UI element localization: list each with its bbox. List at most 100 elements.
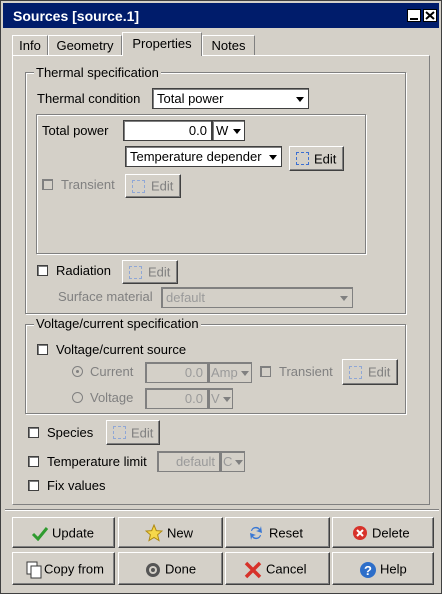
minimize-icon xyxy=(410,18,418,20)
transient-checkbox[interactable] xyxy=(42,179,53,190)
dependence-edit-label: Edit xyxy=(314,151,337,166)
tab-geometry-label: Geometry xyxy=(56,38,114,53)
transient-edit-button[interactable]: Edit xyxy=(125,174,181,198)
total-power-label: Total power xyxy=(42,123,109,138)
surface-material-label: Surface material xyxy=(58,289,153,304)
temperature-dependence-value: Temperature depender xyxy=(130,149,262,164)
delete-label: Delete xyxy=(372,525,410,540)
chevron-down-icon xyxy=(235,460,243,465)
title-bar[interactable]: Sources [source.1] xyxy=(3,3,439,28)
new-button[interactable]: New xyxy=(118,517,223,548)
checkmark-icon xyxy=(31,527,49,541)
tab-properties-label: Properties xyxy=(132,36,192,51)
chevron-down-icon xyxy=(233,129,241,134)
species-edit-button[interactable]: Edit xyxy=(106,420,160,445)
radiation-label: Radiation xyxy=(56,263,111,278)
tab-notes[interactable]: Notes xyxy=(202,35,255,55)
voltage-transient-label: Transient xyxy=(279,364,333,379)
temperature-unit-value: C xyxy=(223,454,233,469)
current-unit-select[interactable]: Amp xyxy=(208,362,252,383)
reset-arrows-icon xyxy=(250,526,262,540)
voltage-radio[interactable] xyxy=(72,392,83,403)
star-icon xyxy=(145,524,163,542)
voltage-transient-checkbox[interactable] xyxy=(260,366,271,377)
button-separator xyxy=(5,509,439,511)
edit-icon xyxy=(349,366,362,379)
delete-button[interactable]: Delete xyxy=(332,517,434,548)
temperature-limit-input[interactable]: default xyxy=(157,451,220,472)
power-unit-value: W xyxy=(216,123,229,138)
voltage-label: Voltage xyxy=(90,390,134,405)
voltage-unit-value: V xyxy=(211,391,220,406)
chevron-down-icon xyxy=(241,371,249,376)
done-label: Done xyxy=(165,561,197,576)
radiation-checkbox[interactable] xyxy=(37,265,48,276)
temperature-limit-checkbox[interactable] xyxy=(28,456,39,467)
radiation-edit-button[interactable]: Edit xyxy=(122,260,178,284)
temperature-dependence-select[interactable]: Temperature depender xyxy=(125,146,282,167)
temperature-limit-value: default xyxy=(175,454,215,469)
help-icon: ? xyxy=(360,562,376,578)
update-button[interactable]: Update xyxy=(12,517,115,548)
edit-icon xyxy=(132,180,145,193)
help-button[interactable]: ? Help xyxy=(332,552,434,585)
new-label: New xyxy=(167,525,194,540)
edit-icon xyxy=(296,152,309,165)
fix-values-checkbox[interactable] xyxy=(28,480,39,491)
power-unit-select[interactable]: W xyxy=(212,120,245,141)
thermal-condition-value: Total power xyxy=(157,91,224,106)
total-power-input[interactable]: 0.0 xyxy=(123,120,212,141)
current-input[interactable]: 0.0 xyxy=(145,362,208,383)
chevron-down-icon xyxy=(269,155,277,160)
temperature-limit-label: Temperature limit xyxy=(47,454,147,469)
help-label: Help xyxy=(380,561,407,576)
svg-text:?: ? xyxy=(364,563,372,578)
dialog-window: Sources [source.1] Info Geometry Propert… xyxy=(0,0,442,594)
minimize-button[interactable] xyxy=(407,9,421,22)
close-button[interactable] xyxy=(423,9,437,22)
cancel-x-icon xyxy=(244,561,262,579)
voltage-edit-button[interactable]: Edit xyxy=(342,359,398,385)
surface-material-value: default xyxy=(166,290,206,305)
tab-notes-label: Notes xyxy=(211,38,246,53)
tab-properties[interactable]: Properties xyxy=(122,32,202,56)
current-unit-value: Amp xyxy=(211,365,238,380)
transient-edit-label: Edit xyxy=(151,178,174,194)
cancel-button[interactable]: Cancel xyxy=(225,552,330,585)
species-label: Species xyxy=(47,425,94,440)
voltage-source-checkbox[interactable] xyxy=(37,344,48,355)
reset-button[interactable]: Reset xyxy=(225,517,330,548)
edit-icon xyxy=(113,426,126,439)
voltage-input[interactable]: 0.0 xyxy=(145,388,208,409)
copy-from-button[interactable]: Copy from xyxy=(12,552,115,585)
chevron-down-icon xyxy=(340,296,348,301)
thermal-spec-legend: Thermal specification xyxy=(34,65,161,80)
fix-values-label: Fix values xyxy=(47,478,106,493)
voltage-edit-label: Edit xyxy=(368,364,391,380)
dependence-edit-button[interactable]: Edit xyxy=(289,146,344,171)
voltage-source-label: Voltage/current source xyxy=(56,342,187,357)
tab-info-label: Info xyxy=(19,38,41,53)
thermal-condition-select[interactable]: Total power xyxy=(152,88,309,109)
chevron-down-icon xyxy=(296,97,304,102)
reset-label: Reset xyxy=(269,525,303,540)
temperature-unit-select[interactable]: C xyxy=(220,451,245,472)
thermal-condition-label: Thermal condition xyxy=(37,91,141,106)
surface-material-select[interactable]: default xyxy=(161,287,353,308)
total-power-value: 0.0 xyxy=(188,123,207,138)
species-edit-label: Edit xyxy=(131,425,154,440)
chevron-down-icon xyxy=(223,397,231,402)
tab-info[interactable]: Info xyxy=(12,35,48,55)
done-button[interactable]: Done xyxy=(118,552,223,585)
voltage-value: 0.0 xyxy=(184,391,203,406)
species-checkbox[interactable] xyxy=(28,427,39,438)
current-radio[interactable] xyxy=(72,366,83,377)
delete-icon xyxy=(353,526,367,540)
voltage-unit-select[interactable]: V xyxy=(208,388,233,409)
tab-geometry[interactable]: Geometry xyxy=(48,35,122,55)
cancel-label: Cancel xyxy=(266,561,307,576)
current-value: 0.0 xyxy=(184,365,203,380)
copy-icon xyxy=(26,561,42,579)
current-label: Current xyxy=(90,364,134,379)
edit-icon xyxy=(129,266,142,279)
